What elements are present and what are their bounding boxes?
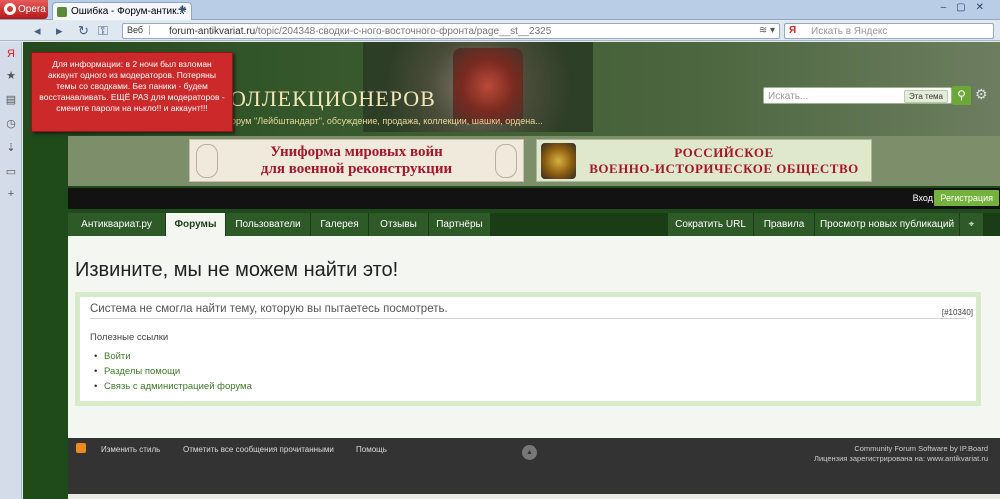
side-panel: Я ★ ▤ ◷ ⇣ ▭ +	[0, 42, 22, 499]
favicon-icon	[57, 7, 67, 17]
bookmarks-icon[interactable]: ★	[5, 70, 17, 82]
nav-forums[interactable]: Форумы	[166, 213, 226, 236]
nav-reviews[interactable]: Отзывы	[369, 213, 429, 236]
rvio-banner-line2: ВОЕННО-ИСТОРИЧЕСКОЕ ОБЩЕСТВО	[589, 161, 859, 176]
key-icon[interactable]: ⚿	[98, 23, 108, 39]
order-medal-image	[453, 48, 523, 124]
main-nav: Антиквариат.ру Форумы Пользователи Галер…	[68, 213, 1000, 236]
link-help[interactable]: Разделы помощи	[94, 366, 180, 377]
notes-icon[interactable]: ▤	[5, 94, 17, 106]
ornament-left-icon	[196, 144, 218, 178]
yandex-icon: Я	[789, 25, 797, 36]
uniform-banner-line2: для военной реконструкции	[260, 161, 453, 177]
error-box: Система не смогла найти тему, которую вы…	[75, 292, 981, 406]
rss-feed-icon[interactable]: ≋ ▾	[759, 25, 775, 36]
yandex-panel-icon[interactable]: Я	[5, 48, 17, 60]
register-button[interactable]: Регистрация	[934, 190, 999, 206]
link-login[interactable]: Войти	[94, 351, 130, 362]
url-host: forum-antikvariat.ru	[169, 26, 256, 37]
search-icon: ⚲	[957, 88, 966, 102]
location-pin-icon[interactable]: ⌖	[960, 213, 984, 236]
gear-icon[interactable]: ⚙	[975, 86, 988, 103]
site-search-placeholder: Искать...	[768, 91, 809, 102]
useful-links-title: Полезные ссылки	[90, 332, 169, 343]
tab-title: Ошибка - Форум-антик...	[71, 6, 185, 17]
url-web-label: Веб	[127, 25, 151, 35]
url-path: /topic/204348-сводки-с-ного-восточного-ф…	[255, 26, 552, 37]
nav-antikvariat[interactable]: Антиквариат.ру	[68, 213, 166, 236]
browser-tab[interactable]: Ошибка - Форум-антик... ✕	[52, 2, 192, 20]
history-icon[interactable]: ◷	[5, 118, 17, 130]
nav-partners[interactable]: Партнёры	[429, 213, 491, 236]
site-subtitle: орум "Лейбштандарт", обсуждение, продажа…	[231, 116, 543, 126]
ornament-right-icon	[495, 144, 517, 178]
search-scope-toggle[interactable]: Эта тема	[904, 90, 948, 103]
back-icon[interactable]: ◂	[34, 23, 41, 39]
footer-mark-read[interactable]: Отметить все сообщения прочитанными	[183, 445, 334, 454]
nav-new-content[interactable]: Просмотр новых публикаций	[815, 213, 960, 236]
powered-line2: Лицензия зарегистрирована на: www.antikv…	[814, 454, 988, 463]
address-toolbar: ◂ ▸ ↻ ⚿ Веб forum-antikvariat.ru/topic/2…	[0, 21, 1000, 41]
web-page: ОЛЛЕКЦИОНЕРОВ орум "Лейбштандарт", обсуж…	[23, 42, 1000, 499]
downloads-icon[interactable]: ⇣	[5, 142, 17, 154]
uniform-banner[interactable]: Униформа мировых войн для военной реконс…	[189, 139, 524, 182]
panels-icon[interactable]: ▭	[5, 166, 17, 178]
nav-users[interactable]: Пользователи	[226, 213, 311, 236]
opera-menu-button[interactable]: Opera	[0, 0, 48, 19]
search-button[interactable]: ⚲	[952, 86, 971, 105]
opera-label: Opera	[18, 4, 46, 15]
new-tab-button[interactable]: +	[178, 1, 187, 18]
browser-search-placeholder: Искать в Яндекс	[811, 26, 888, 37]
nav-gallery[interactable]: Галерея	[311, 213, 369, 236]
error-message: Система не смогла найти тему, которую вы…	[90, 303, 966, 319]
bottom-strip	[68, 494, 1000, 499]
footer-help[interactable]: Помощь	[356, 445, 387, 454]
link-contact-admin[interactable]: Связь с администрацией форума	[94, 381, 252, 392]
user-bar: Вход Регистрация	[68, 188, 1000, 209]
powered-line1[interactable]: Community Forum Software by IP.Board	[814, 444, 988, 454]
nav-rules[interactable]: Правила	[754, 213, 815, 236]
site-search-input[interactable]: Искать... Эта тема	[763, 87, 952, 104]
rvio-banner-line1: РОССИЙСКОЕ	[674, 145, 774, 160]
powered-by: Community Forum Software by IP.Board Лиц…	[814, 444, 988, 464]
content-area: Извините, мы не можем найти это! Система…	[68, 236, 1000, 438]
browser-tab-bar: Opera Ошибка - Форум-антик... ✕ + ‒▢✕	[0, 0, 1000, 20]
browser-search-field[interactable]: Я Искать в Яндекс	[784, 23, 994, 39]
site-title[interactable]: ОЛЛЕКЦИОНЕРОВ	[230, 86, 436, 112]
back-to-top-icon[interactable]: ▲	[522, 445, 537, 460]
opera-logo-icon	[4, 3, 16, 15]
uniform-banner-line1: Униформа мировых войн	[270, 144, 443, 160]
error-code: [#10340]	[941, 308, 973, 317]
site-footer: Изменить стиль Отметить все сообщения пр…	[68, 438, 1000, 494]
moderator-alert: Для информации: в 2 ночи был взломан акк…	[31, 52, 233, 132]
nav-shorten-url[interactable]: Сократить URL	[668, 213, 754, 236]
window-controls[interactable]: ‒▢✕	[941, 2, 994, 13]
page-title: Извините, мы не можем найти это!	[75, 259, 399, 281]
add-panel-icon[interactable]: +	[5, 188, 17, 200]
rvio-banner[interactable]: РОССИЙСКОЕ ВОЕННО-ИСТОРИЧЕСКОЕ ОБЩЕСТВО	[536, 139, 872, 182]
login-link[interactable]: Вход	[913, 193, 933, 203]
address-field[interactable]: Веб forum-antikvariat.ru/topic/204348-св…	[122, 23, 780, 39]
rss-icon[interactable]	[76, 443, 86, 453]
reload-icon[interactable]: ↻	[78, 23, 89, 39]
eagle-emblem-icon	[541, 143, 576, 179]
forward-icon[interactable]: ▸	[56, 23, 63, 39]
footer-change-style[interactable]: Изменить стиль	[101, 445, 160, 454]
